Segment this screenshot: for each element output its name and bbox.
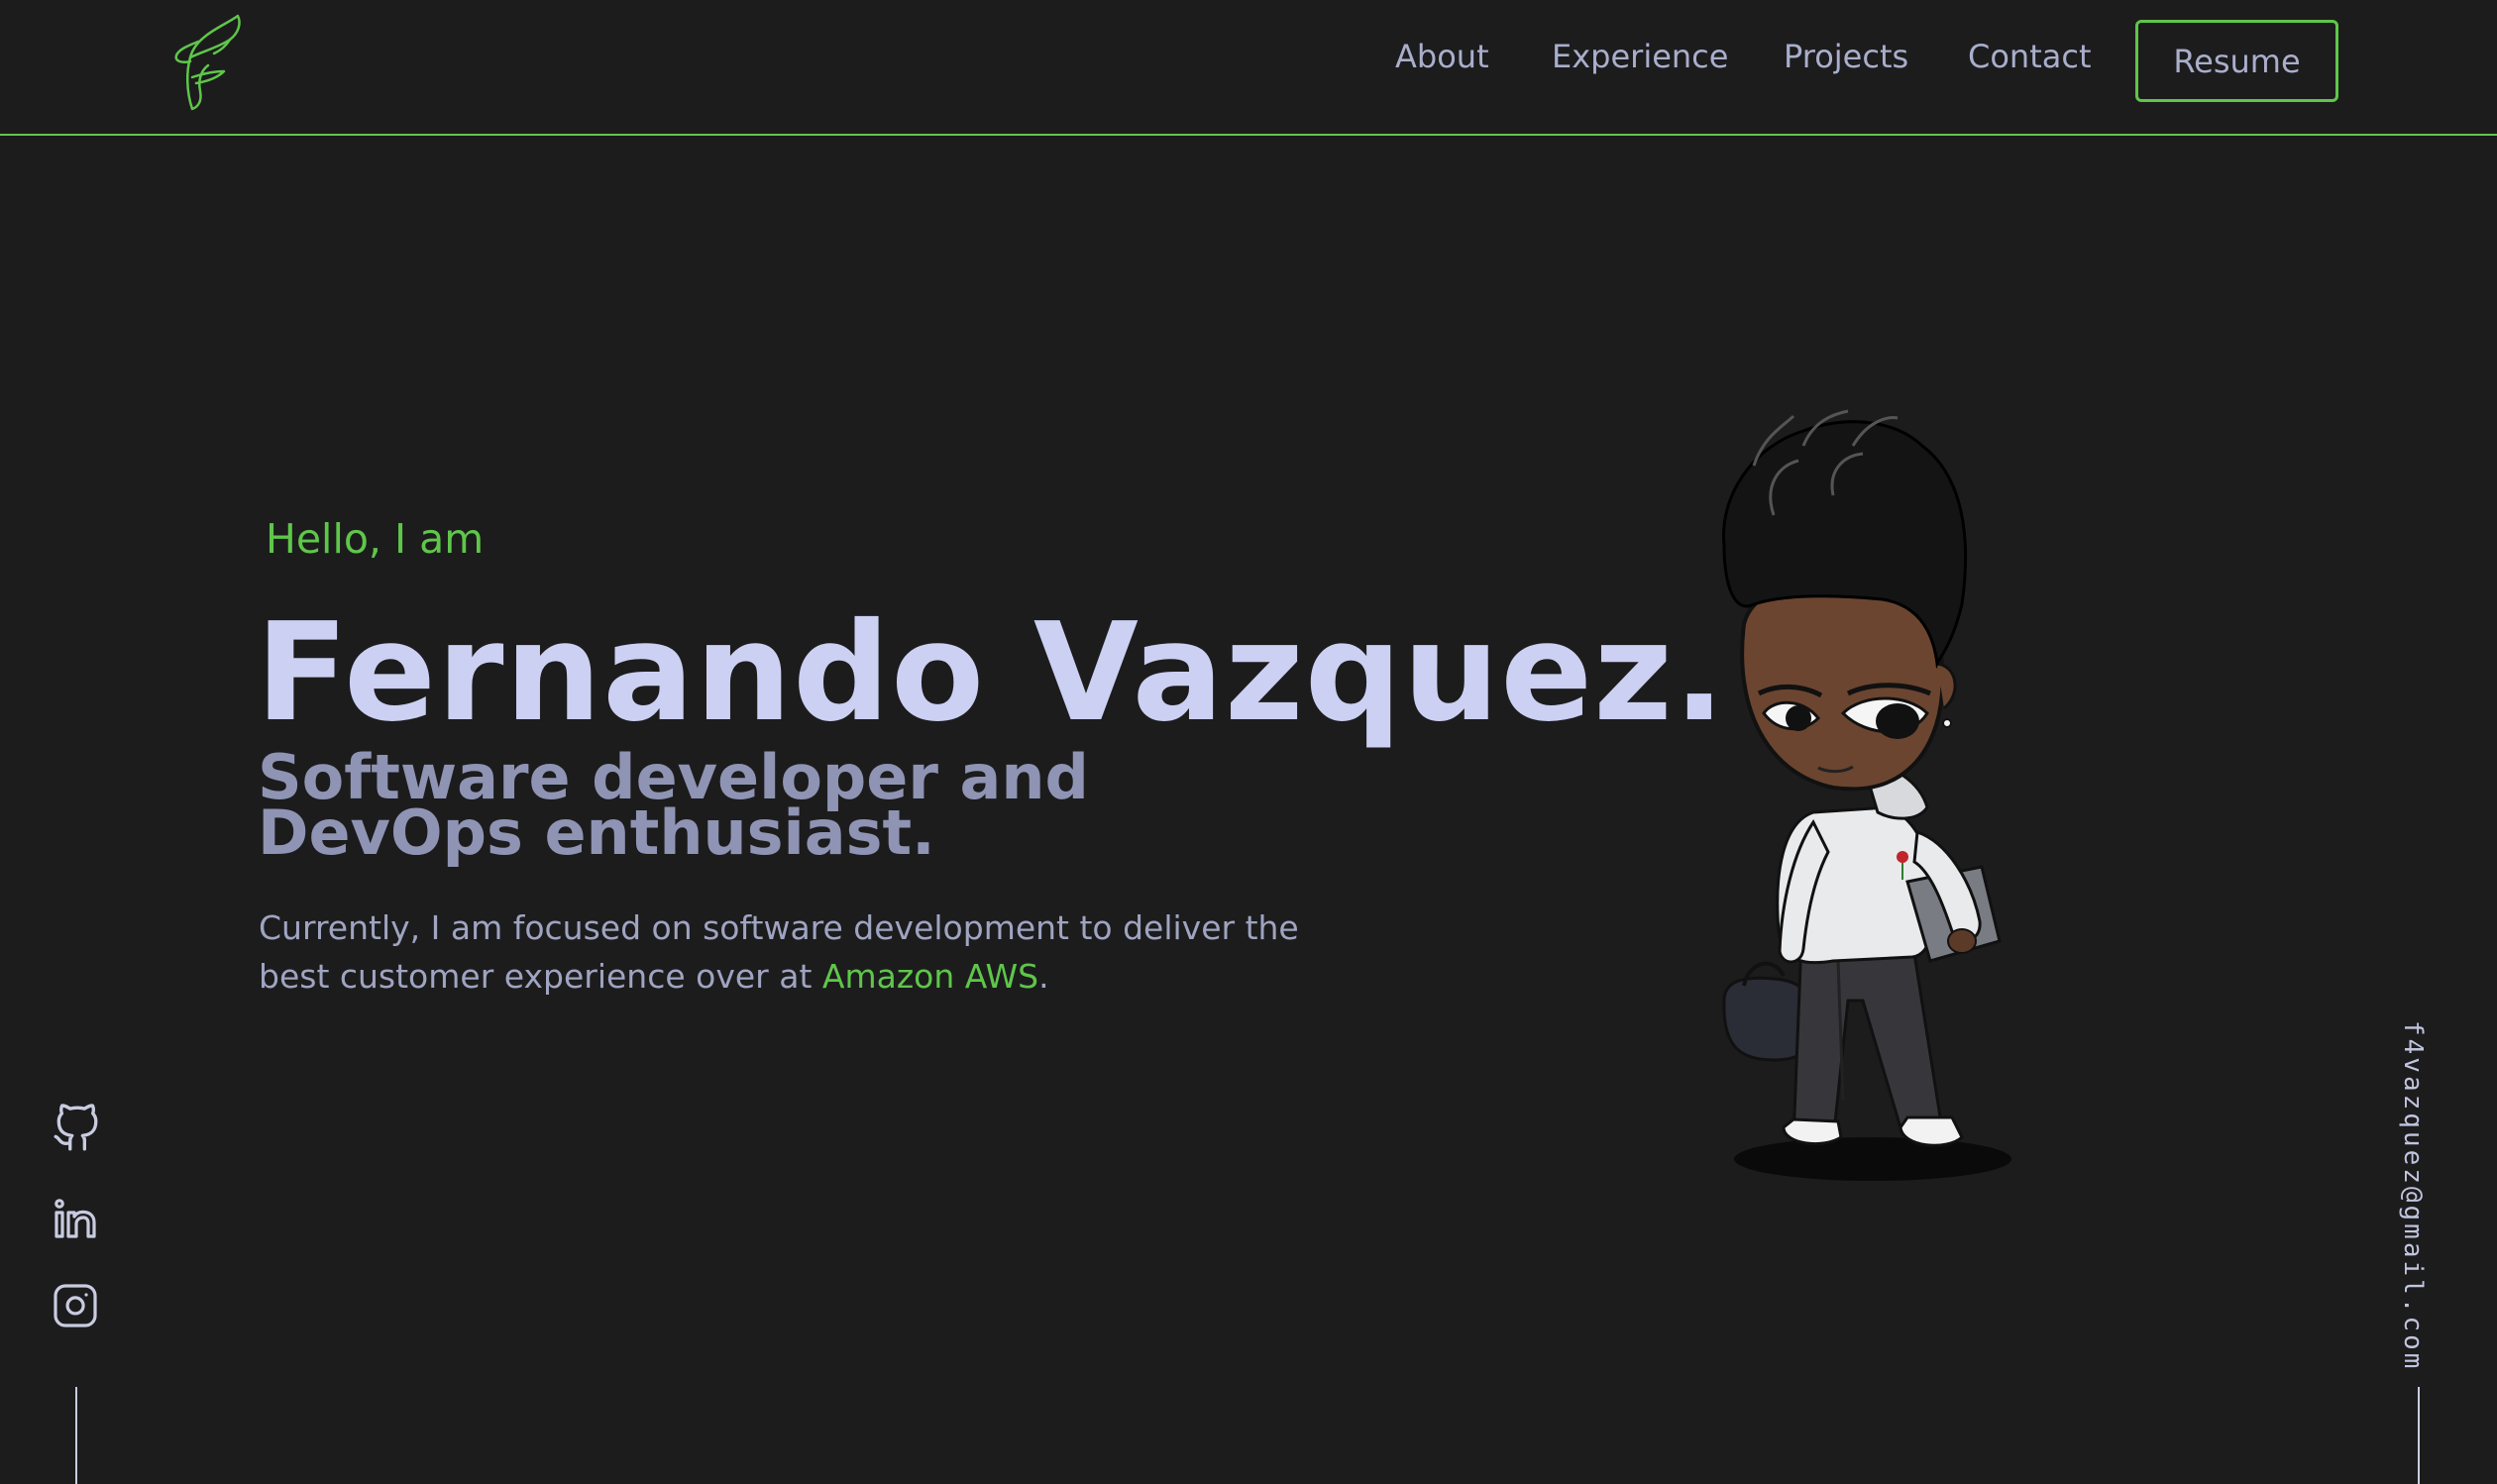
hero-greeting: Hello, I am bbox=[266, 515, 485, 563]
hero-description: Currently, I am focused on software deve… bbox=[259, 903, 1378, 1001]
main-nav: About Experience Projects Contact bbox=[0, 0, 2497, 136]
nav-about[interactable]: About bbox=[1395, 38, 1489, 75]
description-period: . bbox=[1038, 957, 1049, 996]
right-divider-line bbox=[2418, 1387, 2420, 1484]
email-link[interactable]: f4vazquez@gmail.com bbox=[2398, 1020, 2428, 1371]
left-divider-line bbox=[75, 1387, 77, 1484]
amazon-aws-link[interactable]: Amazon AWS bbox=[822, 957, 1038, 996]
hero-subtitle: Software developer and DevOps enthusiast… bbox=[258, 741, 1089, 869]
linkedin-icon[interactable] bbox=[52, 1197, 101, 1240]
site-header: About Experience Projects Contact Resume bbox=[0, 0, 2497, 136]
github-icon[interactable] bbox=[52, 1104, 101, 1153]
description-text: Currently, I am focused on software deve… bbox=[259, 908, 1299, 996]
nav-experience[interactable]: Experience bbox=[1552, 38, 1728, 75]
nav-contact[interactable]: Contact bbox=[1968, 38, 2092, 75]
instagram-icon[interactable] bbox=[52, 1282, 99, 1329]
hero-name: Fernando Vazquez. bbox=[256, 594, 1726, 752]
resume-button[interactable]: Resume bbox=[2135, 20, 2338, 102]
avatar-illustration bbox=[1665, 406, 2061, 1189]
nav-projects[interactable]: Projects bbox=[1784, 38, 1908, 75]
